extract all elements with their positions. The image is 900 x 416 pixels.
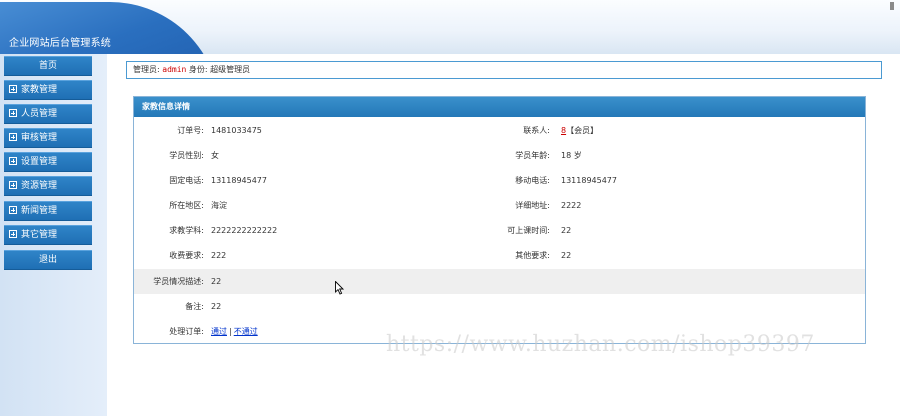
note-value: 22 <box>211 302 222 311</box>
member-tag: 【会员】 <box>566 126 599 135</box>
logout-button[interactable]: 退出 <box>4 250 92 270</box>
sidebar-item-other[interactable]: 其它管理 <box>4 225 92 245</box>
detail-row: 所在地区: 海淀 详细地址: 2222 <box>134 193 865 218</box>
admin-info-bar: 管理员: admin 身份: 超级管理员 <box>126 61 882 79</box>
detail-row: 固定电话: 13118945477 移动电话: 13118945477 <box>134 168 865 193</box>
order-no-value: 1481033475 <box>211 126 262 135</box>
subject-label: 求教学科: <box>169 226 204 235</box>
sidebar-item-label: 资源管理 <box>21 181 58 191</box>
sidebar-item-resources[interactable]: 资源管理 <box>4 176 92 196</box>
detail-row: 备注: 22 <box>134 294 865 319</box>
other-req-label: 其他要求: <box>515 251 550 260</box>
detail-row: 收费要求: 222 其他要求: 22 <box>134 243 865 268</box>
description-value: 22 <box>211 277 222 286</box>
reject-link[interactable]: 不通过 <box>234 327 258 336</box>
plus-box-icon <box>9 157 17 165</box>
phone-value: 13118945477 <box>211 176 267 185</box>
time-label: 可上课时间: <box>507 226 550 235</box>
other-req-value: 22 <box>561 251 572 260</box>
sidebar-item-label: 新闻管理 <box>21 206 58 216</box>
detail-row: 订单号: 1481033475 联系人: 8【会员】 <box>134 118 865 143</box>
sidebar-item-label: 家教管理 <box>21 85 58 95</box>
action-label: 处理订单: <box>169 327 204 336</box>
description-label: 学员情况描述: <box>153 277 204 286</box>
brand-area: 企业网站后台管理系统 <box>0 0 230 54</box>
sidebar-item-personnel[interactable]: 人员管理 <box>4 104 92 124</box>
gender-value: 女 <box>211 151 219 160</box>
sidebar-item-label: 退出 <box>38 255 57 265</box>
contact-label: 联系人: <box>523 126 550 135</box>
mouse-pointer-icon <box>335 281 345 295</box>
contact-value: 8【会员】 <box>561 118 598 143</box>
app-window: 企业网站后台管理系统 首页 家教管理 人员管理 审核管理 设置管理 资源管理 新… <box>0 0 900 416</box>
admin-username: admin <box>162 65 187 74</box>
role-label: 身份: <box>188 65 208 74</box>
approve-link[interactable]: 通过 <box>211 327 227 336</box>
action-links: 通过 | 不通过 <box>211 319 258 344</box>
age-label: 学员年龄: <box>515 151 550 160</box>
tutoring-detail-panel: 家教信息详情 订单号: 1481033475 联系人: 8【会员】 学员性别: … <box>133 96 866 344</box>
sidebar-item-settings[interactable]: 设置管理 <box>4 152 92 172</box>
sidebar-item-tutoring[interactable]: 家教管理 <box>4 80 92 100</box>
system-title: 企业网站后台管理系统 <box>9 38 111 49</box>
plus-box-icon <box>9 181 17 189</box>
detail-row: 学员性别: 女 学员年龄: 18 岁 <box>134 143 865 168</box>
panel-title: 家教信息详情 <box>134 97 865 117</box>
sidebar-item-review[interactable]: 审核管理 <box>4 128 92 148</box>
plus-box-icon <box>9 133 17 141</box>
scrollbar-thumb[interactable] <box>890 2 894 10</box>
note-label: 备注: <box>185 302 204 311</box>
age-value: 18 岁 <box>561 151 582 160</box>
subject-value: 2222222222222 <box>211 226 278 235</box>
area-value: 海淀 <box>211 201 227 210</box>
address-value: 2222 <box>561 201 582 210</box>
sidebar-item-home[interactable]: 首页 <box>4 56 92 76</box>
sidebar-item-news[interactable]: 新闻管理 <box>4 201 92 221</box>
plus-box-icon <box>9 109 17 117</box>
mobile-label: 移动电话: <box>515 176 550 185</box>
area-label: 所在地区: <box>169 201 204 210</box>
plus-box-icon <box>9 230 17 238</box>
sidebar-item-label: 其它管理 <box>21 230 58 240</box>
time-value: 22 <box>561 226 572 235</box>
detail-row: 求教学科: 2222222222222 可上课时间: 22 <box>134 218 865 243</box>
sidebar-item-label: 首页 <box>38 61 57 71</box>
phone-label: 固定电话: <box>169 176 204 185</box>
role-value: 超级管理员 <box>210 65 251 74</box>
header-banner: 企业网站后台管理系统 <box>0 0 900 54</box>
sidebar-item-label: 设置管理 <box>21 157 58 167</box>
admin-label: 管理员: <box>133 65 160 74</box>
link-separator: | <box>229 327 232 336</box>
detail-row: 学员情况描述: 22 <box>134 269 865 294</box>
address-label: 详细地址: <box>515 201 550 210</box>
plus-box-icon <box>9 206 17 214</box>
order-no-label: 订单号: <box>177 126 204 135</box>
gender-label: 学员性别: <box>169 151 204 160</box>
fee-value: 222 <box>211 251 227 260</box>
sidebar-item-label: 人员管理 <box>21 109 58 119</box>
sidebar: 首页 家教管理 人员管理 审核管理 设置管理 资源管理 新闻管理 其它管理 退出 <box>0 54 107 416</box>
plus-box-icon <box>9 85 17 93</box>
watermark: https://www.huzhan.com/ishop39397 <box>386 332 815 357</box>
mobile-value: 13118945477 <box>561 176 617 185</box>
sidebar-item-label: 审核管理 <box>21 133 58 143</box>
fee-label: 收费要求: <box>169 251 204 260</box>
